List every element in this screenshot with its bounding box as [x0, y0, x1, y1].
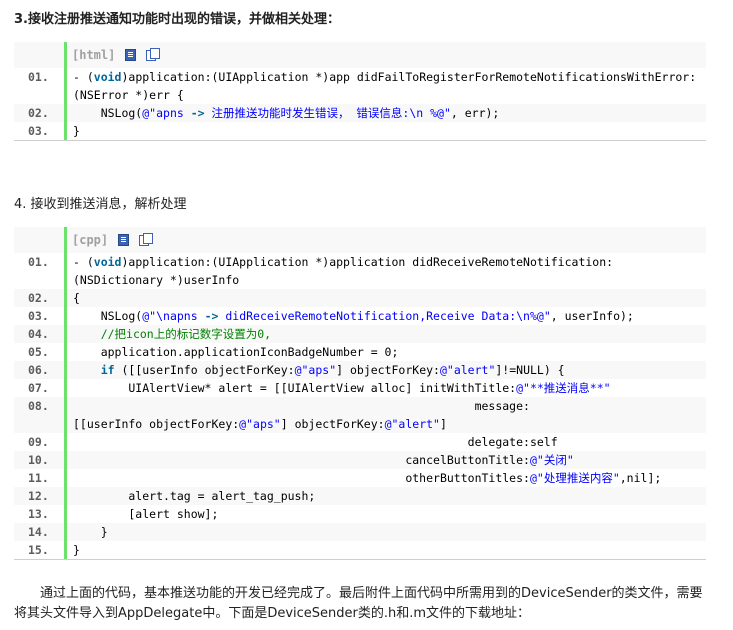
code-line: 02. {: [14, 289, 706, 307]
code-text: NSLog(@"apns -> 注册推送功能时发生错误， 错误信息:\n %@"…: [64, 104, 706, 122]
code-text: }: [64, 523, 706, 541]
code-text: alert.tag = alert_tag_push;: [64, 487, 706, 505]
view-plain-icon[interactable]: [125, 49, 137, 61]
line-number: 10.: [28, 453, 49, 467]
line-number: 08.: [28, 399, 49, 413]
code-text: (NSError *)err {: [64, 86, 706, 104]
code-text: message:: [64, 397, 706, 415]
line-number: [14, 271, 64, 289]
line-number: 04.: [28, 327, 49, 341]
code-block-cpp: [cpp] 01. - (void)application:(UIApplicat…: [14, 227, 706, 560]
code-text: delegate:self: [64, 433, 706, 451]
code-line: 02. NSLog(@"apns -> 注册推送功能时发生错误， 错误信息:\n…: [14, 104, 706, 122]
code-text: - (void)application:(UIApplication *)app…: [64, 253, 706, 271]
code-line: (NSError *)err {: [14, 86, 706, 104]
line-number: 11.: [28, 471, 49, 485]
code-text: - (void)application:(UIApplication *)app…: [64, 68, 706, 86]
code-line: 10. cancelButtonTitle:@"关闭": [14, 451, 706, 469]
line-number: 14.: [28, 525, 49, 539]
code-lines: 01. - (void)application:(UIApplication *)…: [14, 68, 706, 140]
line-number: [14, 86, 64, 104]
code-text: [alert show];: [64, 505, 706, 523]
line-number: 12.: [28, 489, 49, 503]
section-3-heading: 3.接收注册推送通知功能时出现的错误，并做相关处理：: [14, 12, 340, 27]
code-text: [[userInfo objectForKey:@"aps"] objectFo…: [64, 415, 706, 433]
code-toolbar: [html]: [64, 42, 706, 68]
line-number: 01.: [28, 70, 49, 84]
line-number: 02.: [28, 106, 49, 120]
code-text: }: [64, 122, 706, 140]
line-number: [14, 415, 64, 433]
copy-icon[interactable]: [146, 47, 161, 61]
code-line: 09. delegate:self: [14, 433, 706, 451]
code-line: 11. otherButtonTitles:@"处理推送内容",nil];: [14, 469, 706, 487]
line-number: 09.: [28, 435, 49, 449]
line-number: 03.: [28, 309, 49, 323]
line-number: 03.: [28, 124, 49, 138]
code-line: 03. NSLog(@"\napns -> didReceiveRemoteNo…: [14, 307, 706, 325]
code-line: 12. alert.tag = alert_tag_push;: [14, 487, 706, 505]
section-4-heading: 4. 接收到推送消息，解析处理: [14, 197, 187, 212]
code-text: if ([[userInfo objectForKey:@"aps"] obje…: [64, 361, 706, 379]
code-lines: 01. - (void)application:(UIApplication *)…: [14, 253, 706, 559]
code-line: 03.}: [14, 122, 706, 140]
line-number: 07.: [28, 381, 49, 395]
code-language-label: [html]: [72, 48, 116, 62]
code-block-html: [html] 01. - (void)application:(UIApplica…: [14, 42, 706, 141]
copy-icon[interactable]: [139, 232, 154, 246]
footer-paragraph: 通过上面的代码，基本推送功能的开发已经完成了。最后附件上面代码中所需用到的Dev…: [14, 586, 703, 621]
code-text: cancelButtonTitle:@"关闭": [64, 451, 706, 469]
code-line: 14. }: [14, 523, 706, 541]
code-text: //把icon上的标记数字设置为0,: [64, 325, 706, 343]
code-line: 06. if ([[userInfo objectForKey:@"aps"] …: [14, 361, 706, 379]
code-line: 07. UIAlertView* alert = [[UIAlertView a…: [14, 379, 706, 397]
code-line: [[userInfo objectForKey:@"aps"] objectFo…: [14, 415, 706, 433]
code-line: 01. - (void)application:(UIApplication *)…: [14, 253, 706, 271]
code-language-label: [cpp]: [72, 233, 109, 247]
code-line: 01. - (void)application:(UIApplication *)…: [14, 68, 706, 86]
line-number: 06.: [28, 363, 49, 377]
code-line: 08. message:: [14, 397, 706, 415]
line-number: 13.: [28, 507, 49, 521]
code-text: (NSDictionary *)userInfo: [64, 271, 706, 289]
line-number: 05.: [28, 345, 49, 359]
view-plain-icon[interactable]: [118, 234, 130, 246]
code-text: {: [64, 289, 706, 307]
code-toolbar: [cpp]: [64, 227, 706, 253]
code-text: otherButtonTitles:@"处理推送内容",nil];: [64, 469, 706, 487]
code-text: NSLog(@"\napns -> didReceiveRemoteNotifi…: [64, 307, 706, 325]
code-line: (NSDictionary *)userInfo: [14, 271, 706, 289]
code-text: UIAlertView* alert = [[UIAlertView alloc…: [64, 379, 706, 397]
code-text: application.applicationIconBadgeNumber =…: [64, 343, 706, 361]
line-number: 15.: [28, 543, 49, 557]
code-line: 04. //把icon上的标记数字设置为0,: [14, 325, 706, 343]
code-text: }: [64, 541, 706, 559]
line-number: 01.: [28, 255, 49, 269]
code-line: 15.}: [14, 541, 706, 559]
code-line: 13. [alert show];: [14, 505, 706, 523]
line-number: 02.: [28, 291, 49, 305]
code-line: 05. application.applicationIconBadgeNumb…: [14, 343, 706, 361]
